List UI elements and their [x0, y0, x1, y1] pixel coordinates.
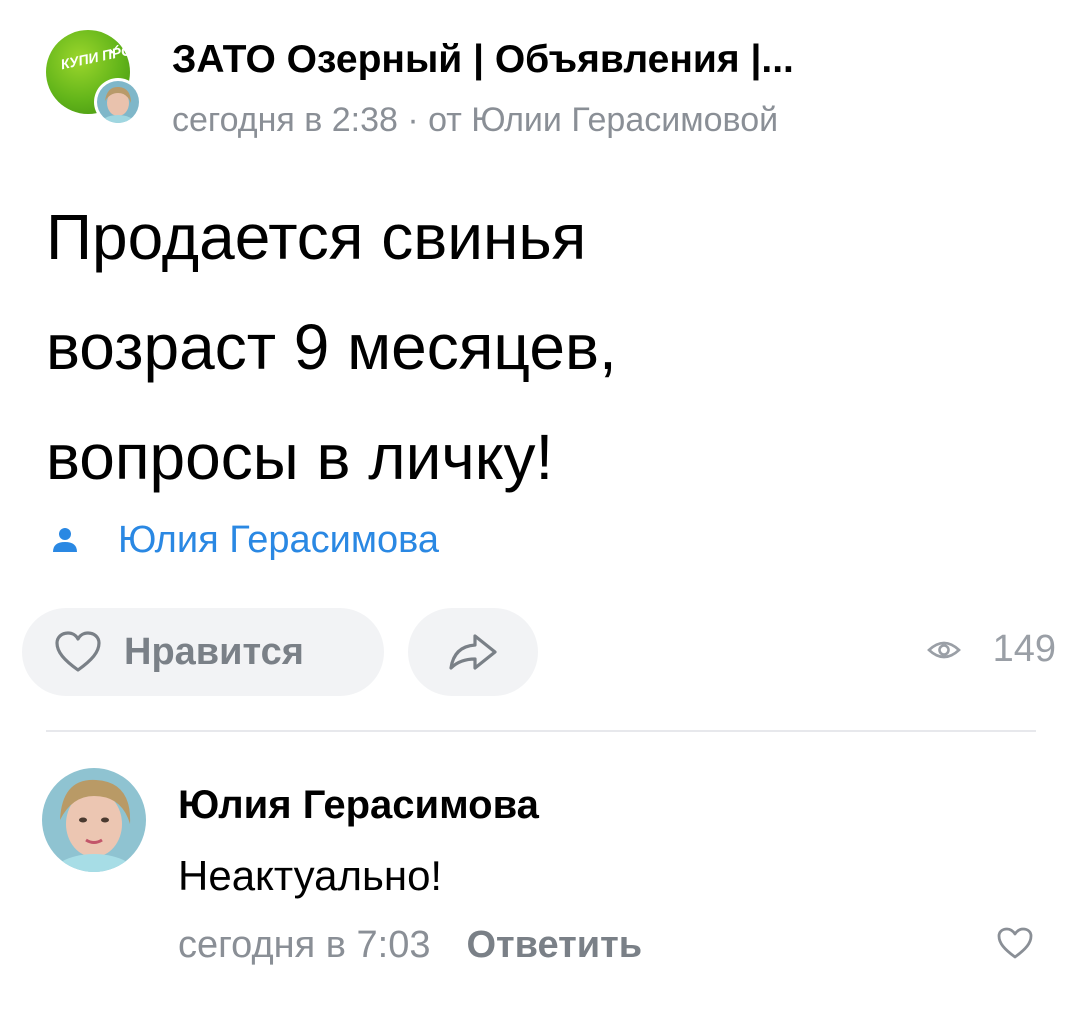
signer-name: Юлия Герасимова [118, 518, 440, 561]
reply-button[interactable]: Ответить [466, 924, 642, 966]
heart-icon[interactable] [996, 926, 1034, 960]
comment-author[interactable]: Юлия Герасимова [178, 780, 539, 830]
eye-icon [926, 641, 961, 658]
comment-time: сегодня в 7:03 [178, 924, 431, 966]
like-button[interactable]: Нравится [22, 608, 384, 696]
comment-text: Неактуально! [178, 852, 443, 899]
like-label: Нравится [124, 630, 304, 673]
post-signer[interactable]: Юлия Герасимова [46, 514, 439, 566]
views-counter: 149 [926, 628, 1056, 671]
divider [46, 730, 1036, 732]
group-title[interactable]: ЗАТО Озерный | Объявления |... [172, 36, 1052, 84]
post-meta: сегодня в 2:38 · от Юлии Герасимовой [172, 101, 779, 139]
logo-check-icon: ✓ [108, 42, 122, 59]
heart-icon [55, 631, 101, 672]
post-text: Продается свинья возраст 9 месяцев, вопр… [46, 201, 617, 493]
views-count: 149 [992, 628, 1056, 670]
group-avatar[interactable]: КУПИ ПРО ✓ [46, 30, 142, 126]
author-mini-avatar [94, 78, 142, 126]
user-icon [53, 528, 77, 552]
comment-meta: сегодня в 7:03 Ответить [178, 920, 642, 970]
comment-avatar[interactable] [42, 768, 146, 872]
share-button[interactable] [408, 608, 538, 696]
share-icon [449, 634, 497, 670]
